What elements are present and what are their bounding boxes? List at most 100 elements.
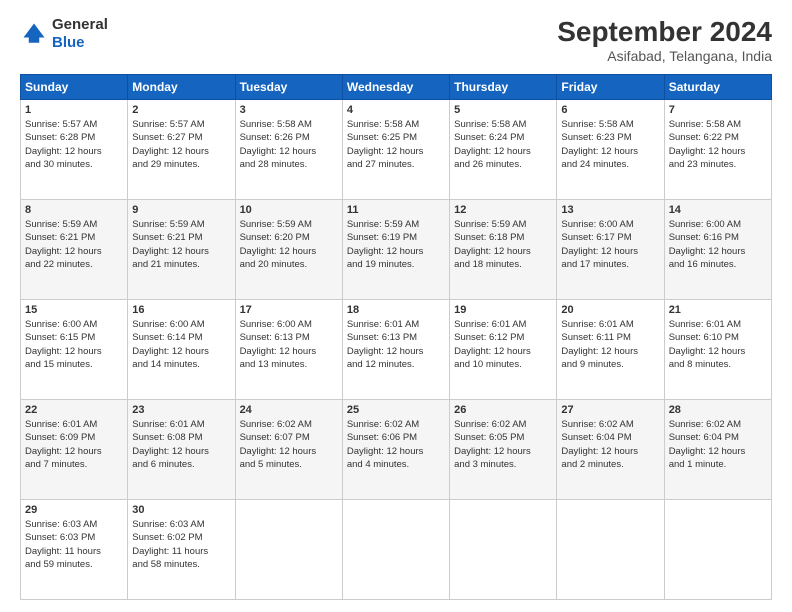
day-number: 23 — [132, 404, 230, 416]
calendar-cell — [664, 500, 771, 600]
day-info: and 59 minutes. — [25, 558, 123, 571]
day-info: and 9 minutes. — [561, 358, 659, 371]
day-info: Sunrise: 6:01 AM — [132, 418, 230, 431]
calendar-week-3: 15Sunrise: 6:00 AMSunset: 6:15 PMDayligh… — [21, 300, 772, 400]
day-info: Daylight: 12 hours — [240, 445, 338, 458]
day-info: Daylight: 12 hours — [454, 345, 552, 358]
day-number: 6 — [561, 104, 659, 116]
calendar-cell: 18Sunrise: 6:01 AMSunset: 6:13 PMDayligh… — [342, 300, 449, 400]
day-info: Daylight: 12 hours — [240, 245, 338, 258]
calendar-cell: 1Sunrise: 5:57 AMSunset: 6:28 PMDaylight… — [21, 100, 128, 200]
day-info: and 24 minutes. — [561, 158, 659, 171]
day-info: and 15 minutes. — [25, 358, 123, 371]
day-number: 25 — [347, 404, 445, 416]
day-number: 1 — [25, 104, 123, 116]
logo: General Blue — [20, 16, 108, 52]
day-info: Sunset: 6:28 PM — [25, 131, 123, 144]
calendar-cell: 30Sunrise: 6:03 AMSunset: 6:02 PMDayligh… — [128, 500, 235, 600]
calendar-cell: 6Sunrise: 5:58 AMSunset: 6:23 PMDaylight… — [557, 100, 664, 200]
day-info: and 5 minutes. — [240, 458, 338, 471]
day-number: 9 — [132, 204, 230, 216]
day-info: and 21 minutes. — [132, 258, 230, 271]
day-info: Sunrise: 6:01 AM — [669, 318, 767, 331]
calendar-cell: 25Sunrise: 6:02 AMSunset: 6:06 PMDayligh… — [342, 400, 449, 500]
day-number: 27 — [561, 404, 659, 416]
day-info: Sunset: 6:15 PM — [25, 331, 123, 344]
header-row: SundayMondayTuesdayWednesdayThursdayFrid… — [21, 75, 772, 100]
day-info: Sunrise: 5:59 AM — [347, 218, 445, 231]
day-info: Sunrise: 5:58 AM — [347, 118, 445, 131]
col-header-thursday: Thursday — [450, 75, 557, 100]
calendar-cell: 9Sunrise: 5:59 AMSunset: 6:21 PMDaylight… — [128, 200, 235, 300]
day-info: Sunrise: 6:00 AM — [240, 318, 338, 331]
day-info: Sunrise: 5:58 AM — [669, 118, 767, 131]
day-number: 18 — [347, 304, 445, 316]
day-info: Daylight: 12 hours — [669, 345, 767, 358]
day-info: Sunrise: 5:59 AM — [132, 218, 230, 231]
calendar-cell: 16Sunrise: 6:00 AMSunset: 6:14 PMDayligh… — [128, 300, 235, 400]
day-info: and 19 minutes. — [347, 258, 445, 271]
day-info: Sunset: 6:10 PM — [669, 331, 767, 344]
day-info: Daylight: 12 hours — [561, 345, 659, 358]
day-number: 29 — [25, 504, 123, 516]
day-info: Sunrise: 6:01 AM — [25, 418, 123, 431]
day-info: and 13 minutes. — [240, 358, 338, 371]
calendar-cell: 10 Sunrise: 5:59 AMSunset: 6:20 PMDayligh… — [235, 200, 342, 300]
col-header-saturday: Saturday — [664, 75, 771, 100]
day-info: Daylight: 12 hours — [132, 445, 230, 458]
day-number: 11 — [347, 204, 445, 216]
day-info: and 7 minutes. — [25, 458, 123, 471]
day-number: 28 — [669, 404, 767, 416]
day-info: Sunset: 6:06 PM — [347, 431, 445, 444]
day-info: Sunset: 6:16 PM — [669, 231, 767, 244]
day-info: Daylight: 12 hours — [561, 145, 659, 158]
subtitle: Asifabad, Telangana, India — [557, 48, 772, 64]
day-info: Sunset: 6:21 PM — [25, 231, 123, 244]
calendar-cell — [557, 500, 664, 600]
calendar-cell: 8Sunrise: 5:59 AMSunset: 6:21 PMDaylight… — [21, 200, 128, 300]
day-info: and 29 minutes. — [132, 158, 230, 171]
day-info: and 2 minutes. — [561, 458, 659, 471]
calendar-table: SundayMondayTuesdayWednesdayThursdayFrid… — [20, 74, 772, 600]
day-number: 7 — [669, 104, 767, 116]
day-number: 14 — [669, 204, 767, 216]
day-info: Sunset: 6:08 PM — [132, 431, 230, 444]
day-info: Sunrise: 5:59 AM — [454, 218, 552, 231]
day-info: Sunrise: 6:00 AM — [561, 218, 659, 231]
day-info: and 3 minutes. — [454, 458, 552, 471]
day-info: and 17 minutes. — [561, 258, 659, 271]
day-info: Sunset: 6:27 PM — [132, 131, 230, 144]
day-info: and 10 minutes. — [454, 358, 552, 371]
day-info: Sunrise: 6:02 AM — [561, 418, 659, 431]
day-info: Sunrise: 6:02 AM — [454, 418, 552, 431]
calendar-cell: 19Sunrise: 6:01 AMSunset: 6:12 PMDayligh… — [450, 300, 557, 400]
calendar-cell: 20Sunrise: 6:01 AMSunset: 6:11 PMDayligh… — [557, 300, 664, 400]
col-header-tuesday: Tuesday — [235, 75, 342, 100]
calendar-cell: 29Sunrise: 6:03 AMSunset: 6:03 PMDayligh… — [21, 500, 128, 600]
logo-general: General — [52, 16, 108, 33]
day-number: 10 — [240, 204, 338, 216]
day-number: 24 — [240, 404, 338, 416]
title-block: September 2024 Asifabad, Telangana, Indi… — [557, 16, 772, 64]
day-info: Sunrise: 5:59 AM — [240, 218, 338, 231]
day-info: Daylight: 12 hours — [25, 245, 123, 258]
day-info: Daylight: 12 hours — [561, 445, 659, 458]
day-info: Sunset: 6:19 PM — [347, 231, 445, 244]
col-header-monday: Monday — [128, 75, 235, 100]
day-info: Daylight: 12 hours — [132, 345, 230, 358]
day-info: Sunrise: 6:00 AM — [25, 318, 123, 331]
day-info: Daylight: 12 hours — [347, 445, 445, 458]
logo-icon — [20, 20, 48, 48]
calendar-cell: 23 Sunrise: 6:01 AMSunset: 6:08 PMDayligh… — [128, 400, 235, 500]
day-number: 16 — [132, 304, 230, 316]
calendar-cell: 22Sunrise: 6:01 AMSunset: 6:09 PMDayligh… — [21, 400, 128, 500]
day-info: Daylight: 12 hours — [561, 245, 659, 258]
day-info: Sunset: 6:11 PM — [561, 331, 659, 344]
logo-blue: Blue — [52, 34, 85, 51]
calendar-cell — [450, 500, 557, 600]
calendar-cell: 24Sunrise: 6:02 AMSunset: 6:07 PMDayligh… — [235, 400, 342, 500]
day-info: Daylight: 12 hours — [240, 145, 338, 158]
day-info: and 14 minutes. — [132, 358, 230, 371]
day-info: Sunset: 6:20 PM — [240, 231, 338, 244]
calendar-cell: 2Sunrise: 5:57 AMSunset: 6:27 PMDaylight… — [128, 100, 235, 200]
